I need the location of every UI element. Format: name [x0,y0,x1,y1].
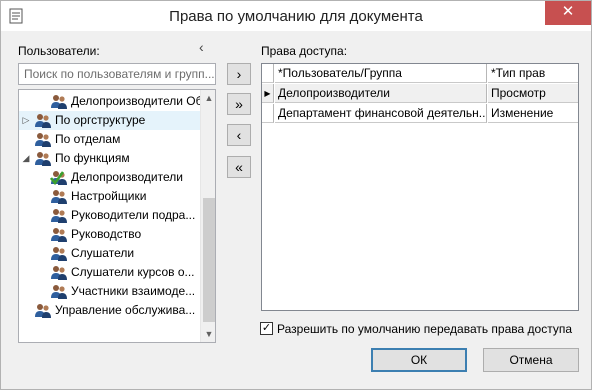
users-group-icon [51,228,67,242]
tree-item[interactable]: Участники взаимоде... [19,282,200,301]
users-group-icon [35,304,51,318]
tree-item-label: Управление обслужива... [55,303,196,317]
tree-item[interactable]: Слушатели [19,244,200,263]
users-tree[interactable]: ▲ ▼ Делопроизводители Об... ▷ По оргструкт… [18,89,216,343]
tree-item-label: Настройщики [71,189,147,203]
users-group-icon [51,190,67,204]
users-group-icon [51,266,67,280]
tree-item-label: По оргструктуре [55,113,146,127]
users-group-icon [51,247,67,261]
tree-item-label: Руководители подра... [71,208,196,222]
double-chevron-right-icon: » [235,96,243,112]
tree-item[interactable]: Настройщики [19,187,200,206]
tree-item[interactable]: ◢ По функциям [19,149,200,168]
tree-item-label: Слушатели [71,246,135,260]
column-header-rights[interactable]: *Тип прав [488,64,578,83]
dialog-window: Права по умолчанию для документа ✕ Польз… [0,0,592,390]
window-title: Права по умолчанию для документа [169,8,423,25]
double-chevron-left-icon: « [235,159,243,175]
tree-item-label: Делопроизводители Об... [71,94,200,108]
row-indicator-icon: ▶ [262,84,274,103]
users-group-icon [51,209,67,223]
tree-item-label: Участники взаимоде... [71,284,196,298]
cell-user[interactable]: Департамент финансовой деятельн... [275,104,487,123]
table-row[interactable]: ▶ Делопроизводители Просмотр [262,84,578,103]
tree-item[interactable]: Слушатели курсов о... [19,263,200,282]
tree-item-label: По функциям [55,151,130,165]
user-search-input[interactable] [18,63,216,85]
tree-item-label: Слушатели курсов о... [71,265,195,279]
tree-item[interactable]: По отделам [19,130,200,149]
users-label: Пользователи: [18,44,100,58]
remove-selected-button[interactable]: ‹ [227,124,251,146]
cell-rights[interactable]: Просмотр [488,84,578,103]
users-group-checked-icon [50,171,67,186]
cell-rights[interactable]: Изменение [488,104,578,123]
scroll-thumb[interactable] [203,198,215,322]
expand-icon[interactable]: ▷ [21,111,31,130]
tree-item-label: По отделам [55,132,121,146]
title-bar[interactable]: Права по умолчанию для документа ✕ [1,1,591,31]
tree-item[interactable]: Делопроизводители Об... [19,92,200,111]
tree-item[interactable]: ▷ По оргструктуре [19,111,200,130]
cancel-button[interactable]: Отмена [483,348,579,372]
checkmark-icon: ✓ [261,322,272,334]
chevron-left-icon: ‹ [236,127,242,143]
users-group-icon [35,152,51,166]
close-icon: ✕ [561,3,575,20]
access-rights-label: Права доступа: [261,44,348,58]
table-row[interactable]: Департамент финансовой деятельн... Измен… [262,104,578,123]
tree-item[interactable]: Руководство [19,225,200,244]
tree-scrollbar[interactable]: ▲ ▼ [200,90,215,342]
users-group-icon [51,95,67,109]
collapse-icon[interactable]: ◢ [21,149,31,168]
close-button[interactable]: ✕ [545,1,591,25]
users-group-icon [51,285,67,299]
pass-rights-checkbox[interactable]: ✓ [260,322,273,335]
tree-item-label: Руководство [71,227,142,241]
column-header-user[interactable]: *Пользователь/Группа [275,64,487,83]
tree-item-label: Делопроизводители [71,170,183,184]
add-all-button[interactable]: » [227,93,251,115]
scroll-down-icon[interactable]: ▼ [201,326,215,342]
chevron-right-icon: › [236,66,242,82]
row-indicator-icon [262,104,274,123]
add-selected-button[interactable]: › [227,63,251,85]
grid-header-row: *Пользователь/Группа *Тип прав [262,64,578,83]
remove-all-button[interactable]: « [227,156,251,178]
collapse-panel-icon[interactable]: ‹ [199,39,204,55]
access-rights-grid[interactable]: *Пользователь/Группа *Тип прав ▶ Делопро… [261,63,579,311]
users-group-icon [35,133,51,147]
pass-rights-label: Разрешить по умолчанию передавать права … [277,322,573,336]
cell-user[interactable]: Делопроизводители [275,84,487,103]
tree-item[interactable]: Делопроизводители [19,168,200,187]
ok-button[interactable]: ОК [371,348,467,372]
tree-item[interactable]: Руководители подра... [19,206,200,225]
users-group-icon [35,114,51,128]
tree-item[interactable]: Управление обслужива... [19,301,200,320]
scroll-up-icon[interactable]: ▲ [201,90,215,106]
grid-corner [262,64,274,83]
